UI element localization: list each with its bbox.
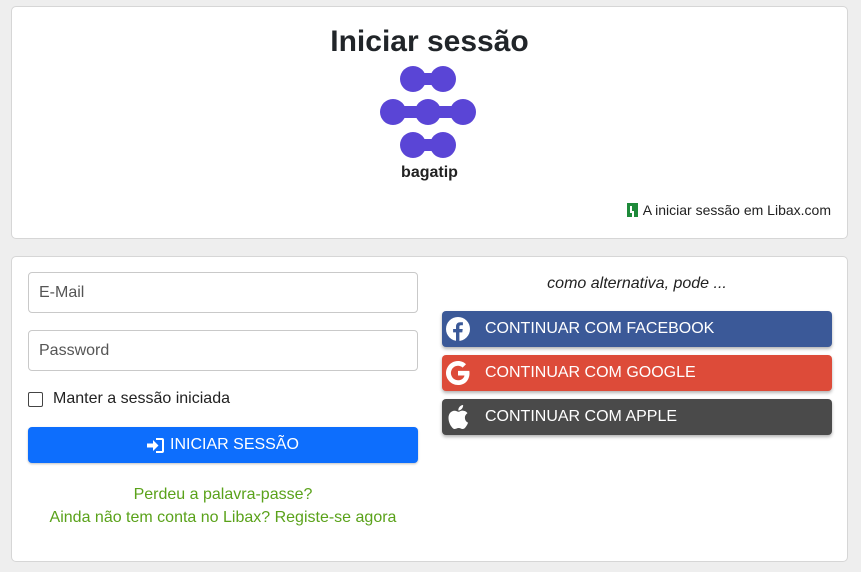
facebook-button[interactable]: CONTINUAR COM FACEBOOK [442, 311, 832, 347]
remember-label: Manter a sessão iniciada [53, 390, 230, 407]
apple-icon [442, 399, 474, 435]
remember-me[interactable]: Manter a sessão iniciada [28, 390, 230, 408]
header-card: Iniciar sessão bagatip A iniciar sessão … [11, 6, 848, 239]
page-title: Iniciar sessão [330, 25, 529, 58]
google-icon [442, 355, 474, 391]
apple-button[interactable]: CONTINUAR COM APPLE [442, 399, 832, 435]
login-button[interactable]: INICIAR SESSÃO [28, 427, 418, 463]
facebook-icon [442, 311, 474, 347]
signin-note: A iniciar sessão em Libax.com [626, 202, 831, 218]
brand-name: bagatip [401, 164, 458, 181]
signin-note-text: A iniciar sessão em Libax.com [642, 202, 831, 218]
bagatip-logo-icon [380, 66, 476, 158]
facebook-button-label: CONTINUAR COM FACEBOOK [485, 320, 715, 337]
forgot-password-link[interactable]: Perdeu a palavra-passe? [28, 486, 418, 504]
login-card: Manter a sessão iniciada INICIAR SESSÃO … [11, 256, 848, 562]
email-field[interactable] [28, 272, 418, 313]
remember-checkbox[interactable] [28, 391, 43, 407]
apple-button-label: CONTINUAR COM APPLE [485, 408, 678, 425]
password-field[interactable] [28, 330, 418, 371]
register-link[interactable]: Ainda não tem conta no Libax? Registe-se… [28, 509, 418, 527]
google-button[interactable]: CONTINUAR COM GOOGLE [442, 355, 832, 391]
google-button-label: CONTINUAR COM GOOGLE [485, 364, 696, 381]
login-button-label: INICIAR SESSÃO [170, 436, 299, 453]
libax-icon [626, 203, 638, 217]
alternative-intro: como alternativa, pode ... [547, 275, 727, 292]
sign-in-icon [147, 437, 165, 453]
